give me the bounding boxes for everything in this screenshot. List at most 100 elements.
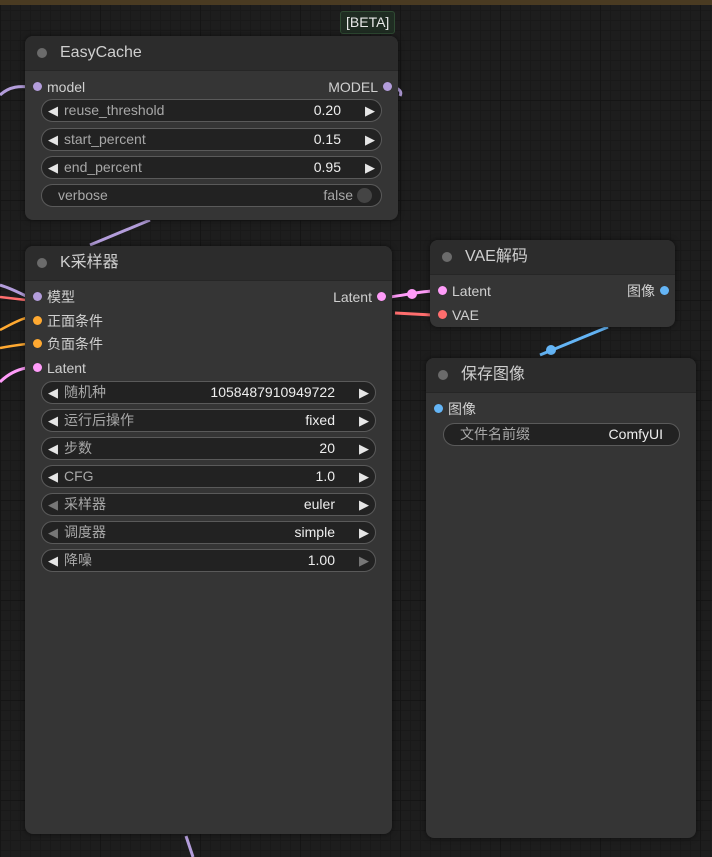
widget-value[interactable]: 20: [319, 438, 335, 459]
model-socket-icon[interactable]: [33, 82, 42, 91]
widget-value[interactable]: ComfyUI: [609, 424, 663, 445]
end-percent-widget[interactable]: ◀ end_percent 0.95 ▶: [41, 156, 382, 179]
collapse-dot-icon[interactable]: [37, 258, 47, 268]
decrement-arrow-icon[interactable]: ◀: [48, 522, 58, 543]
widget-label: 采样器: [64, 496, 106, 512]
easycache-node[interactable]: EasyCache model MODEL ◀ reuse_threshold …: [25, 36, 398, 220]
increment-arrow-icon[interactable]: ▶: [359, 522, 369, 543]
widget-value[interactable]: 0.15: [314, 129, 341, 150]
input-slot-vae[interactable]: VAE: [430, 305, 479, 325]
decrement-arrow-icon[interactable]: ◀: [48, 157, 58, 178]
node-title-bar[interactable]: EasyCache: [25, 36, 398, 71]
input-slot-model[interactable]: model: [25, 77, 85, 97]
start-percent-widget[interactable]: ◀ start_percent 0.15 ▶: [41, 128, 382, 151]
decrement-arrow-icon[interactable]: ◀: [48, 466, 58, 487]
toggle-value: false: [323, 187, 353, 203]
output-slot-model[interactable]: MODEL: [328, 77, 398, 97]
slot-label: 模型: [47, 289, 75, 305]
filename-prefix-widget[interactable]: 文件名前缀 ComfyUI: [443, 423, 680, 446]
node-title: VAE解码: [465, 248, 528, 265]
slot-label: 负面条件: [47, 336, 103, 352]
vae-socket-icon[interactable]: [438, 310, 447, 319]
output-slot-image[interactable]: 图像: [627, 281, 675, 301]
increment-arrow-icon[interactable]: ▶: [365, 100, 375, 121]
link-vae: [0, 295, 27, 302]
input-slot-positive[interactable]: 正面条件: [25, 311, 103, 331]
node-title-bar[interactable]: VAE解码: [430, 240, 675, 275]
widget-label: CFG: [64, 468, 94, 484]
decrement-arrow-icon[interactable]: ◀: [48, 129, 58, 150]
widget-value[interactable]: 1.00: [308, 550, 335, 571]
decrement-arrow-icon[interactable]: ◀: [48, 100, 58, 121]
decrement-arrow-icon[interactable]: ◀: [48, 410, 58, 431]
decrement-arrow-icon[interactable]: ◀: [48, 382, 58, 403]
model-socket-icon[interactable]: [383, 82, 392, 91]
widget-label: 步数: [64, 440, 92, 456]
toggle-knob-icon[interactable]: [357, 188, 372, 203]
input-slot-latent[interactable]: Latent: [430, 281, 491, 301]
image-socket-icon[interactable]: [434, 404, 443, 413]
scheduler-widget[interactable]: ◀ 调度器 simple ▶: [41, 521, 376, 544]
decrement-arrow-icon[interactable]: ◀: [48, 494, 58, 515]
widget-value[interactable]: 1.0: [316, 466, 335, 487]
widget-value[interactable]: 1058487910949722: [210, 382, 335, 403]
increment-arrow-icon[interactable]: ▶: [359, 494, 369, 515]
collapse-dot-icon[interactable]: [37, 48, 47, 58]
slot-label: Latent: [47, 360, 86, 376]
collapse-dot-icon[interactable]: [442, 252, 452, 262]
control-after-generate-widget[interactable]: ◀ 运行后操作 fixed ▶: [41, 409, 376, 432]
increment-arrow-icon[interactable]: ▶: [365, 157, 375, 178]
save-image-node[interactable]: 保存图像 图像 文件名前缀 ComfyUI: [426, 358, 696, 838]
link-latent: [0, 366, 27, 384]
input-slot-latent[interactable]: Latent: [25, 358, 86, 378]
widget-value[interactable]: simple: [295, 522, 335, 543]
decrement-arrow-icon[interactable]: ◀: [48, 438, 58, 459]
image-socket-icon[interactable]: [660, 286, 669, 295]
widget-value[interactable]: 0.95: [314, 157, 341, 178]
verbose-toggle[interactable]: verbose false: [41, 184, 382, 207]
reuse-threshold-widget[interactable]: ◀ reuse_threshold 0.20 ▶: [41, 99, 382, 122]
output-slot-latent[interactable]: Latent: [333, 287, 392, 307]
slot-label: MODEL: [328, 79, 378, 95]
increment-arrow-icon[interactable]: ▶: [359, 382, 369, 403]
increment-arrow-icon[interactable]: ▶: [365, 129, 375, 150]
link-conditioning: [0, 316, 27, 332]
widget-label: 运行后操作: [64, 412, 134, 428]
input-slot-model[interactable]: 模型: [25, 287, 75, 307]
latent-socket-icon[interactable]: [377, 292, 386, 301]
node-title-bar[interactable]: 保存图像: [426, 358, 696, 393]
widget-value[interactable]: fixed: [305, 410, 335, 431]
ksampler-node[interactable]: K采样器 模型 Latent 正面条件 负面条件 Latent ◀ 随机种 10…: [25, 246, 392, 834]
cfg-widget[interactable]: ◀ CFG 1.0 ▶: [41, 465, 376, 488]
widget-label: 调度器: [64, 524, 106, 540]
latent-socket-icon[interactable]: [33, 363, 42, 372]
input-slot-image[interactable]: 图像: [426, 399, 476, 419]
sampler-widget[interactable]: ◀ 采样器 euler ▶: [41, 493, 376, 516]
conditioning-socket-icon[interactable]: [33, 339, 42, 348]
increment-arrow-icon[interactable]: ▶: [359, 550, 369, 571]
collapse-dot-icon[interactable]: [438, 370, 448, 380]
widget-value[interactable]: euler: [304, 494, 335, 515]
link-model: [184, 835, 195, 857]
widget-value[interactable]: 0.20: [314, 100, 341, 121]
latent-socket-icon[interactable]: [438, 286, 447, 295]
increment-arrow-icon[interactable]: ▶: [359, 410, 369, 431]
increment-arrow-icon[interactable]: ▶: [359, 466, 369, 487]
decrement-arrow-icon[interactable]: ◀: [48, 550, 58, 571]
link-midpoint: [407, 289, 417, 299]
increment-arrow-icon[interactable]: ▶: [359, 438, 369, 459]
denoise-widget[interactable]: ◀ 降噪 1.00 ▶: [41, 549, 376, 572]
vae-decode-node[interactable]: VAE解码 Latent 图像 VAE: [430, 240, 675, 327]
steps-widget[interactable]: ◀ 步数 20 ▶: [41, 437, 376, 460]
input-slot-negative[interactable]: 负面条件: [25, 334, 103, 354]
slot-label: Latent: [333, 289, 372, 305]
slot-label: model: [47, 79, 86, 95]
node-title-bar[interactable]: K采样器: [25, 246, 392, 281]
model-socket-icon[interactable]: [33, 292, 42, 301]
conditioning-socket-icon[interactable]: [33, 316, 42, 325]
widget-label: 文件名前缀: [460, 426, 530, 442]
link-conditioning: [0, 342, 27, 350]
widget-label: 降噪: [64, 552, 92, 568]
seed-widget[interactable]: ◀ 随机种 1058487910949722 ▶: [41, 381, 376, 404]
link-model: [0, 283, 27, 298]
